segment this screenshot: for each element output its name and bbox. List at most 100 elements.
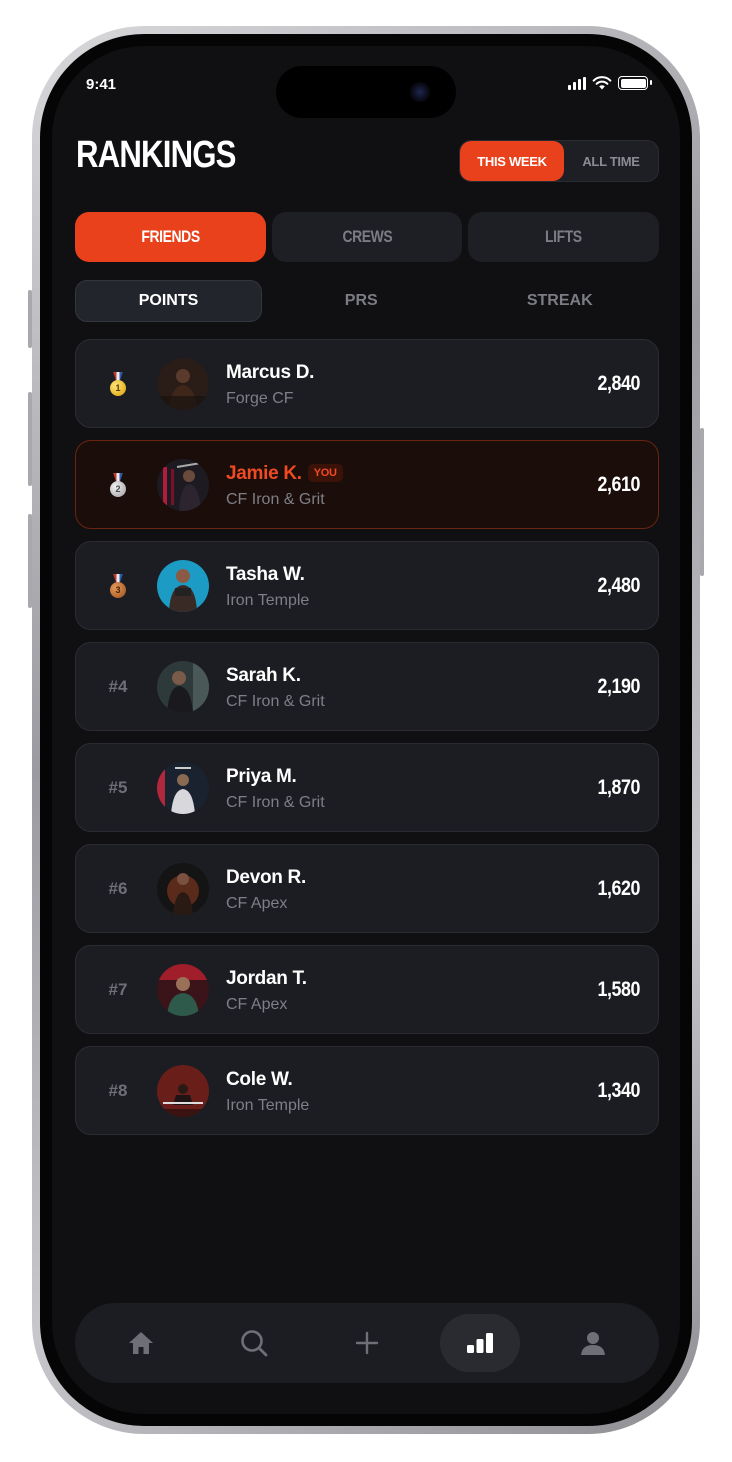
gold-medal-icon: 1 (110, 371, 126, 396)
cellular-signal-icon (568, 76, 586, 90)
score-value: 2,190 (597, 674, 640, 698)
user-gym: CF Iron & Grit (226, 491, 325, 508)
profile-icon (580, 1332, 605, 1355)
user-score: 2,480 (590, 542, 640, 629)
nav-add[interactable] (327, 1314, 407, 1372)
user-name: Priya M. (226, 766, 297, 787)
period-all-time[interactable]: ALL TIME (564, 141, 658, 181)
avatar (157, 459, 209, 511)
status-icons (568, 76, 652, 90)
score-value: 1,870 (597, 775, 640, 799)
user-score: 1,580 (590, 946, 640, 1033)
tab-label: FRIENDS (141, 227, 200, 246)
front-camera (410, 82, 430, 102)
action-button (28, 290, 32, 348)
period-toggle: THIS WEEK ALL TIME (459, 140, 659, 182)
rank-cell: 2 (104, 441, 132, 528)
leaderboard-row[interactable]: #8 Cole W. Iron Temple 1,340 (75, 1046, 659, 1135)
user-gym: CF Iron & Grit (226, 693, 325, 710)
leaderboard-row[interactable]: #7 Jordan T. CF Apex 1,580 (75, 945, 659, 1034)
nav-profile[interactable] (553, 1314, 633, 1372)
tab-points[interactable]: POINTS (75, 280, 262, 322)
nav-home[interactable] (101, 1314, 181, 1372)
dynamic-island (276, 66, 456, 118)
rank-number: #5 (108, 777, 128, 797)
avatar (157, 1065, 209, 1117)
score-value: 1,580 (597, 977, 640, 1001)
user-score: 1,870 (590, 744, 640, 831)
leaderboard-row[interactable]: #6 Devon R. CF Apex 1,620 (75, 844, 659, 933)
volume-up-button (28, 392, 32, 486)
user-score: 2,610 (590, 441, 640, 528)
user-gym: Iron Temple (226, 1097, 310, 1114)
wifi-icon (592, 76, 612, 90)
rank-number: #8 (108, 1080, 128, 1100)
nav-search[interactable] (214, 1314, 294, 1372)
nav-leaderboard[interactable] (439, 1314, 520, 1372)
user-gym: CF Iron & Grit (226, 794, 325, 811)
user-name: Jordan T. (226, 968, 307, 989)
leaderboard-row[interactable]: #5 Priya M. CF Iron & Grit 1,870 (75, 743, 659, 832)
user-name: Tasha W. (226, 564, 305, 585)
leaderboard-icon (466, 1333, 493, 1353)
leaderboard-row[interactable]: 3 Tasha W. Iron Temple 2,480 (75, 541, 659, 630)
score-value: 2,480 (597, 573, 640, 597)
user-gym: Iron Temple (226, 592, 310, 609)
user-name: Sarah K. (226, 665, 301, 686)
tab-crews[interactable]: CREWS (271, 212, 463, 262)
leaderboard-row[interactable]: 1 Marcus D. Forge CF 2,840 (75, 339, 659, 428)
search-icon (241, 1330, 268, 1357)
user-score: 2,840 (590, 340, 640, 427)
avatar (157, 964, 209, 1016)
home-icon (129, 1332, 154, 1354)
tab-streak[interactable]: STREAK (461, 280, 660, 322)
battery-icon (618, 76, 652, 90)
leaderboard-list: 1 Marcus D. Forge CF 2,840 2 Jamie K. YOU… (75, 339, 659, 1147)
user-name: Jamie K. YOU (226, 463, 343, 485)
bronze-medal-icon: 3 (110, 573, 126, 598)
plus-icon (355, 1331, 379, 1355)
score-value: 2,840 (597, 371, 640, 395)
avatar (157, 358, 209, 410)
score-value: 1,340 (597, 1078, 640, 1102)
score-value: 1,620 (597, 876, 640, 900)
user-name: Cole W. (226, 1069, 293, 1090)
leaderboard-row[interactable]: #4 Sarah K. CF Iron & Grit 2,190 (75, 642, 659, 731)
app-screen: 9:41 RANKINGS THIS WEEK ALL TIME FRIENDS… (52, 46, 680, 1414)
avatar (157, 661, 209, 713)
rank-cell: 1 (104, 340, 132, 427)
volume-down-button (28, 514, 32, 608)
avatar (157, 863, 209, 915)
score-value: 2,610 (597, 472, 640, 496)
user-score: 1,340 (590, 1047, 640, 1134)
period-this-week[interactable]: THIS WEEK (460, 141, 564, 181)
tab-friends[interactable]: FRIENDS (75, 212, 266, 262)
metric-tabs: POINTS PRS STREAK (75, 280, 659, 322)
rank-cell: 3 (104, 542, 132, 629)
power-button (700, 428, 704, 576)
user-name-text: Jamie K. (226, 463, 302, 484)
tab-prs[interactable]: PRS (262, 280, 461, 322)
rank-number: #7 (108, 979, 128, 999)
you-badge: YOU (307, 464, 343, 482)
category-tabs: FRIENDS CREWS LIFTS (75, 212, 660, 262)
user-gym: Forge CF (226, 390, 294, 407)
rank-number: #6 (108, 878, 128, 898)
user-name: Devon R. (226, 867, 306, 888)
avatar (157, 762, 209, 814)
tab-lifts[interactable]: LIFTS (468, 212, 660, 262)
user-score: 1,620 (590, 845, 640, 932)
bottom-nav (75, 1303, 659, 1383)
rank-number: #4 (108, 676, 128, 696)
leaderboard-row-current-user[interactable]: 2 Jamie K. YOU CF Iron & Grit 2,610 (75, 440, 659, 529)
user-name: Marcus D. (226, 362, 315, 383)
page-title: RANKINGS (76, 134, 236, 176)
user-score: 2,190 (590, 643, 640, 730)
avatar (157, 560, 209, 612)
user-gym: CF Apex (226, 996, 288, 1013)
silver-medal-icon: 2 (110, 472, 126, 497)
status-time: 9:41 (86, 76, 117, 93)
tab-label: CREWS (342, 227, 392, 246)
tab-label: LIFTS (545, 227, 583, 246)
user-gym: CF Apex (226, 895, 288, 912)
